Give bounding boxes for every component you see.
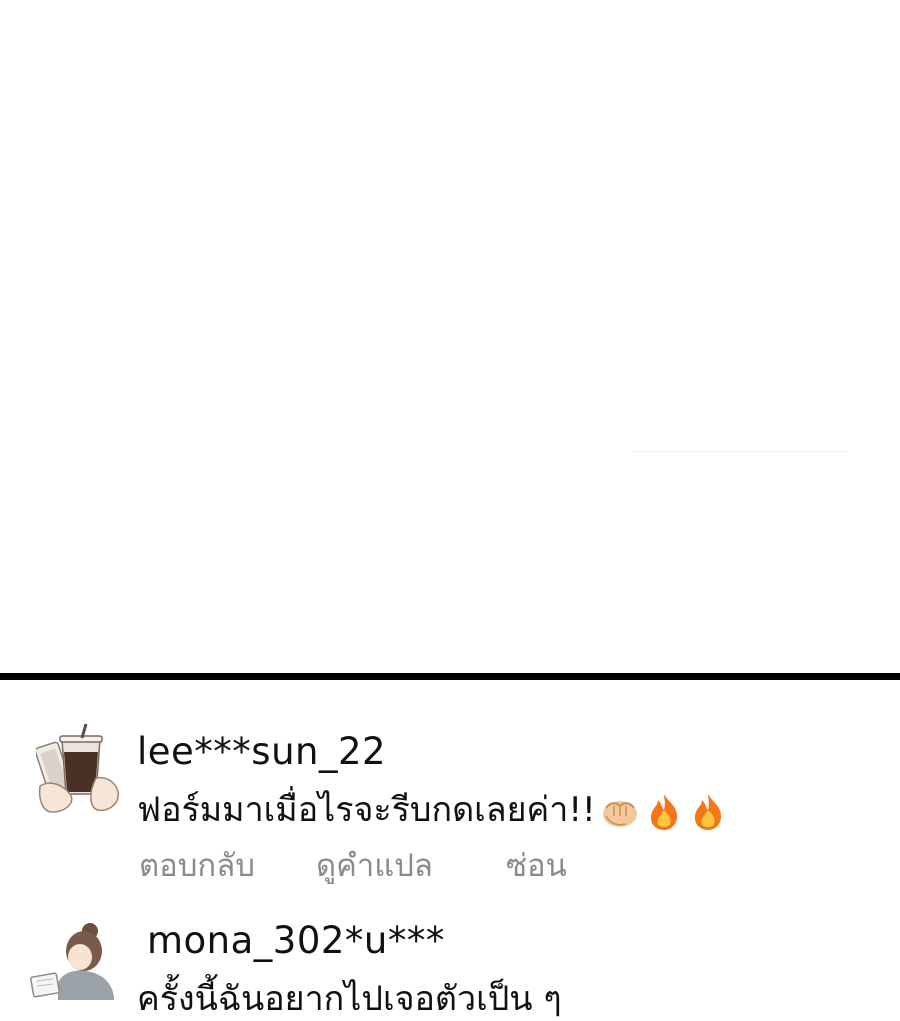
comment-text-body: ฟอร์มมาเมื่อไรจะรีบกดเลยค่า!!	[137, 790, 596, 830]
fire-emoji-icon	[650, 793, 677, 830]
comment-item: lee***sun_22 ฟอร์มมาเมื่อไรจะรีบกดเลยค่า…	[0, 710, 900, 890]
comment-username[interactable]: mona_302*u***	[147, 919, 445, 963]
comment-item: mona_302*u*** ครั้งนี้ฉันอยากไปเจอตัวเป็…	[0, 905, 900, 1019]
comments-section-divider	[0, 673, 900, 680]
avatar-coffee-illustration	[36, 722, 128, 814]
avatar[interactable]	[28, 917, 120, 1000]
fire-emoji-icon	[694, 793, 721, 830]
comment-text: ครั้งนี้ฉันอยากไปเจอตัวเป็น ๆ	[137, 979, 562, 1019]
hide-button[interactable]: ซ่อน	[506, 846, 567, 886]
avatar[interactable]	[36, 722, 128, 814]
faint-divider-line	[632, 451, 848, 452]
reply-button[interactable]: ตอบกลับ	[139, 846, 255, 886]
translate-button[interactable]: ดูคำแปล	[316, 846, 433, 886]
blank-content-area	[0, 0, 900, 673]
comment-username[interactable]: lee***sun_22	[137, 730, 386, 774]
comment-text: ฟอร์มมาเมื่อไรจะรีบกดเลยค่า!!	[137, 788, 728, 832]
fist-emoji-icon	[602, 800, 637, 827]
avatar-reading-girl-illustration	[28, 917, 120, 1000]
